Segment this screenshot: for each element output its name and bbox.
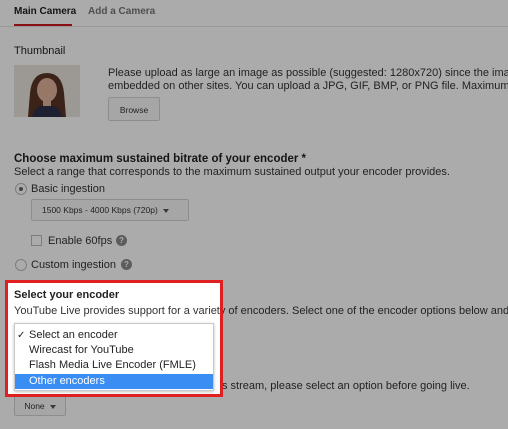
active-tab-indicator xyxy=(14,24,72,26)
basic-ingestion-radio[interactable] xyxy=(15,183,27,195)
encoder-option-label: Wirecast for YouTube xyxy=(29,344,134,356)
thumbnail-image[interactable] xyxy=(14,65,80,117)
thumbnail-help-line-1: Please upload as large an image as possi… xyxy=(108,67,508,79)
stream-option-note: s stream, please select an option before… xyxy=(222,380,470,392)
stream-none-value: None xyxy=(24,401,45,411)
help-icon[interactable]: ? xyxy=(121,259,132,270)
encoder-highlight-box: Select your encoder YouTube Live provide… xyxy=(5,280,223,397)
tab-add-a-camera[interactable]: Add a Camera xyxy=(88,6,155,17)
encoder-option-label: Other encoders xyxy=(29,375,105,387)
basic-ingestion-label: Basic ingestion xyxy=(31,183,105,195)
encoder-option-other[interactable]: Other encoders xyxy=(15,374,213,389)
bitrate-title: Choose maximum sustained bitrate of your… xyxy=(14,153,307,165)
thumbnail-title: Thumbnail xyxy=(14,45,66,57)
encoder-select-menu[interactable]: ✓ Select an encoder Wirecast for YouTube… xyxy=(14,323,214,391)
help-icon[interactable]: ? xyxy=(116,235,127,246)
camera-tabs: Main Camera Add a Camera xyxy=(0,0,508,27)
bitrate-dropdown-value: 1500 Kbps - 4000 Kbps (720p) xyxy=(42,205,158,215)
encoder-description-highlight: YouTube Live provides support for a vari… xyxy=(14,305,220,317)
custom-ingestion-radio[interactable] xyxy=(15,259,27,271)
enable-60fps-checkbox[interactable] xyxy=(31,235,42,246)
thumbnail-help-line-2: embedded on other sites. You can upload … xyxy=(108,80,508,92)
browse-button[interactable]: Browse xyxy=(108,97,160,121)
chevron-down-icon xyxy=(49,404,56,409)
bitrate-dropdown[interactable]: 1500 Kbps - 4000 Kbps (720p) xyxy=(31,199,189,221)
encoder-option-select[interactable]: ✓ Select an encoder xyxy=(15,328,213,343)
encoder-option-fmle[interactable]: Flash Media Live Encoder (FMLE) xyxy=(15,358,213,373)
enable-60fps-label: Enable 60fps xyxy=(48,235,113,247)
stream-none-dropdown[interactable]: None xyxy=(14,396,66,416)
tab-main-camera[interactable]: Main Camera xyxy=(14,6,76,17)
encoder-option-label: Select an encoder xyxy=(29,329,118,341)
encoder-option-label: Flash Media Live Encoder (FMLE) xyxy=(29,359,196,371)
bitrate-description: Select a range that corresponds to the m… xyxy=(14,166,450,178)
checkmark-icon: ✓ xyxy=(17,330,26,341)
chevron-down-icon xyxy=(162,208,169,213)
encoder-option-wirecast[interactable]: Wirecast for YouTube xyxy=(15,343,213,358)
custom-ingestion-label: Custom ingestion xyxy=(31,259,116,271)
encoder-title: Select your encoder xyxy=(14,289,120,301)
